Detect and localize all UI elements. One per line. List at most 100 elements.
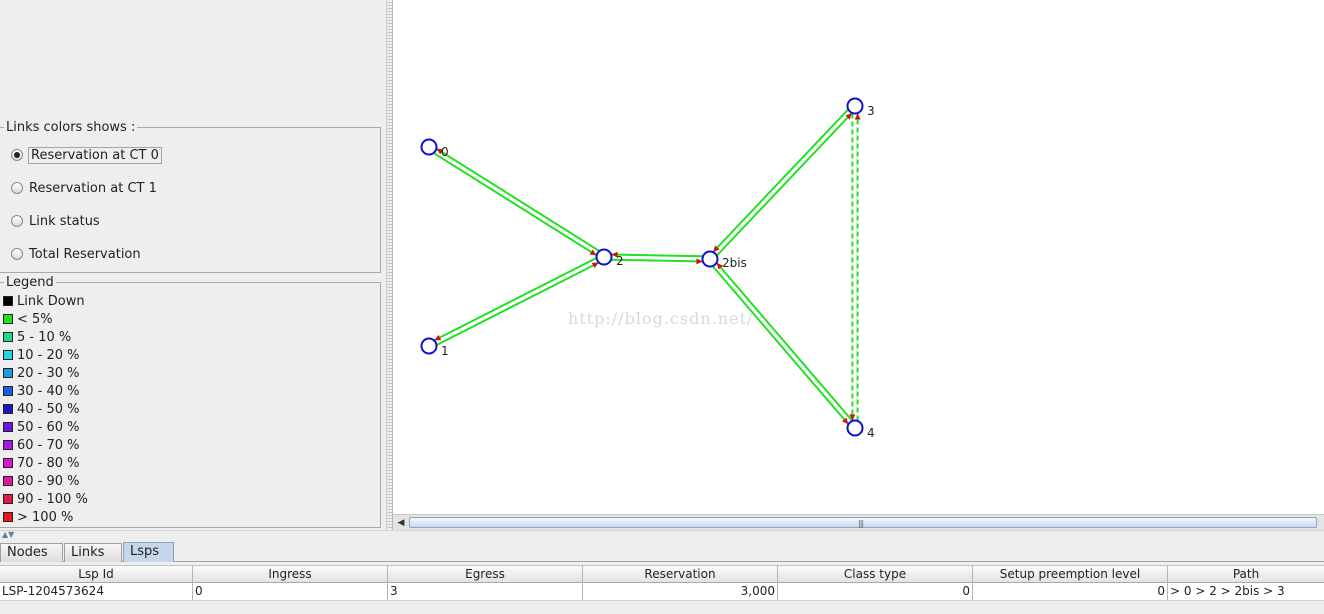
node-2[interactable]: 2 [595,248,624,269]
tab-links[interactable]: Links [64,543,122,562]
legend-label: 90 - 100 % [17,491,88,507]
column-header-reservation[interactable]: Reservation [583,566,778,583]
legend-item: 20 - 30 % [3,365,80,381]
node-circle-icon[interactable] [846,419,864,437]
link-line[interactable] [436,261,599,346]
legend-label: < 5% [17,311,53,327]
column-header-setup-preemption[interactable]: Setup preemption level [973,566,1168,583]
link-line[interactable] [611,258,703,263]
legend-item: 30 - 40 % [3,383,80,399]
link-2bis-3[interactable] [712,108,853,257]
tab-bar: Nodes Links Lsps [0,542,1324,562]
column-header-ingress[interactable]: Ingress [193,566,388,583]
radio-reservation-ct0[interactable]: Reservation at CT 0 [11,146,162,164]
legend-swatch [3,458,13,468]
link-0-2[interactable] [433,147,600,257]
links-colors-group: Links colors shows : Reservation at CT 0… [0,120,381,273]
radio-total-reservation[interactable]: Total Reservation [11,245,142,263]
legend-item: 80 - 90 % [3,473,80,489]
cell-setup-preemption[interactable]: 0 [973,583,1168,600]
column-header-lsp-id[interactable]: Lsp Id [0,566,193,583]
node-label: 3 [867,104,875,118]
link-1-2[interactable] [434,257,599,346]
link-line[interactable] [611,253,703,258]
legend-item: 70 - 80 % [3,455,80,471]
legend-label: 50 - 60 % [17,419,80,435]
legend-swatch [3,512,13,522]
node-circle-icon[interactable] [701,250,719,268]
column-header-egress[interactable]: Egress [388,566,583,583]
cell-egress[interactable]: 3 [388,583,583,600]
cell-ingress[interactable]: 0 [193,583,388,600]
link-2-2bis[interactable] [611,251,703,265]
node-circle-icon[interactable] [420,337,438,355]
vertical-split-handle[interactable] [386,0,393,530]
radio-label: Reservation at CT 0 [28,146,162,164]
tab-lsps[interactable]: Lsps [123,542,174,562]
link-line[interactable] [716,262,853,422]
legend-label: 70 - 80 % [17,455,80,471]
legend-item: 40 - 50 % [3,401,80,417]
legend-swatch [3,440,13,450]
column-header-path[interactable]: Path [1168,566,1324,583]
node-circle-icon[interactable] [846,97,864,115]
radio-label: Total Reservation [29,246,141,262]
legend-label: 10 - 20 % [17,347,80,363]
horizontal-scrollbar[interactable]: ◀ ||| [393,514,1324,530]
node-2bis[interactable]: 2bis [701,250,747,271]
radio-label: Reservation at CT 1 [29,180,157,196]
node-label: 0 [441,145,449,159]
node-label: 1 [441,344,449,358]
link-line[interactable] [716,112,853,257]
link-3-4[interactable] [849,113,861,421]
node-circle-icon[interactable] [595,248,613,266]
link-line[interactable] [712,265,849,425]
radio-reservation-ct1[interactable]: Reservation at CT 1 [11,179,158,197]
topology-canvas[interactable]: 0 1 2 2bis 3 4 [393,0,1324,514]
legend-label: 30 - 40 % [17,383,80,399]
legend-item: < 5% [3,311,53,327]
cell-class-type[interactable]: 0 [778,583,973,600]
column-header-class-type[interactable]: Class type [778,566,973,583]
legend-swatch [3,386,13,396]
scrollbar-thumb[interactable]: ||| [409,517,1317,528]
scroll-left-arrow-icon[interactable]: ◀ [395,517,407,529]
cell-lsp-id[interactable]: LSP-1204573624 [0,583,193,600]
cell-path[interactable]: > 0 > 2 > 2bis > 3 [1168,583,1324,600]
table-row[interactable]: LSP-1204573624 0 3 3,000 0 0 > 0 > 2 > 2… [0,583,1324,601]
link-2bis-4[interactable] [712,262,853,425]
legend-swatch [3,368,13,378]
cell-reservation[interactable]: 3,000 [583,583,778,600]
legend-item: 50 - 60 % [3,419,80,435]
node-0[interactable]: 0 [420,138,449,160]
split-collapse-arrows-icon[interactable]: ▲▼ [2,531,14,539]
legend-swatch [3,332,13,342]
legend-label: > 100 % [17,509,74,525]
legend-label: Link Down [17,293,85,309]
node-circle-icon[interactable] [420,138,438,156]
legend-item: > 100 % [3,509,73,525]
legend-item: 60 - 70 % [3,437,80,453]
node-label: 2bis [722,256,747,270]
legend-swatch [3,350,13,360]
legend-label: 60 - 70 % [17,437,80,453]
radio-button-icon[interactable] [11,149,23,161]
radio-button-icon[interactable] [11,248,23,260]
radio-link-status[interactable]: Link status [11,212,101,230]
link-line[interactable] [436,147,600,252]
radio-button-icon[interactable] [11,182,23,194]
tab-nodes[interactable]: Nodes [0,543,63,562]
link-line[interactable] [433,152,597,257]
node-label: 2 [616,254,624,268]
legend-item: 10 - 20 % [3,347,80,363]
legend-item: 5 - 10 % [3,329,71,345]
node-4[interactable]: 4 [846,419,875,441]
link-line[interactable] [712,108,849,253]
radio-label: Link status [29,213,100,229]
legend-group: Legend Link Down < 5% 5 - 10 % 10 - 20 % 20 … [0,275,381,528]
node-label: 4 [867,426,875,440]
horizontal-split-handle[interactable]: ▲▼ [0,530,1324,540]
legend-label: 80 - 90 % [17,473,80,489]
topology-graph[interactable]: 0 1 2 2bis 3 4 [393,0,1324,514]
radio-button-icon[interactable] [11,215,23,227]
